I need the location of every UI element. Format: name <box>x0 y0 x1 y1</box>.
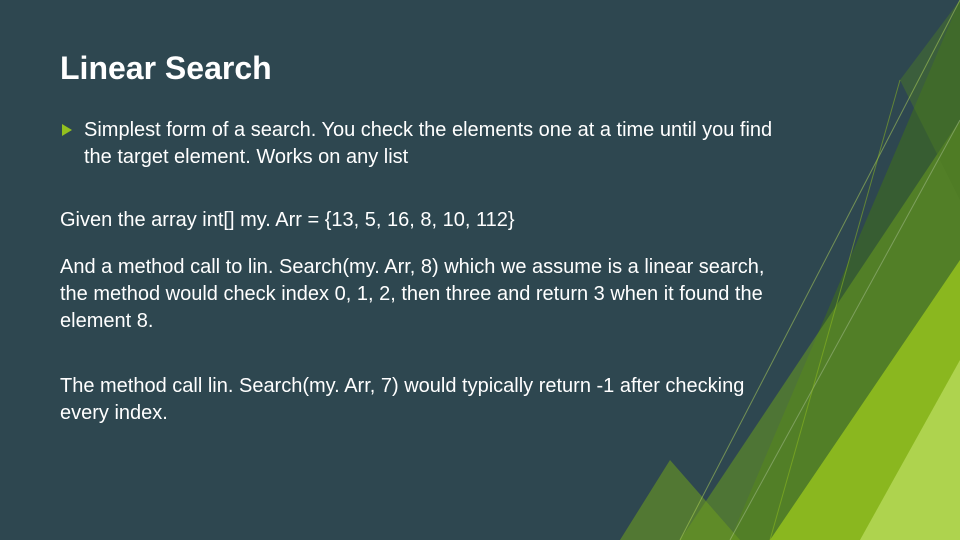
paragraph: The method call lin. Search(my. Arr, 7) … <box>60 373 770 427</box>
paragraph: Given the array int[] my. Arr = {13, 5, … <box>60 207 770 234</box>
bullet-text: Simplest form of a search. You check the… <box>84 117 794 171</box>
play-triangle-icon <box>60 123 74 137</box>
slide: Linear Search Simplest form of a search.… <box>0 0 960 540</box>
paragraph: And a method call to lin. Search(my. Arr… <box>60 254 770 335</box>
slide-title: Linear Search <box>60 50 900 87</box>
bullet-item: Simplest form of a search. You check the… <box>60 117 900 171</box>
